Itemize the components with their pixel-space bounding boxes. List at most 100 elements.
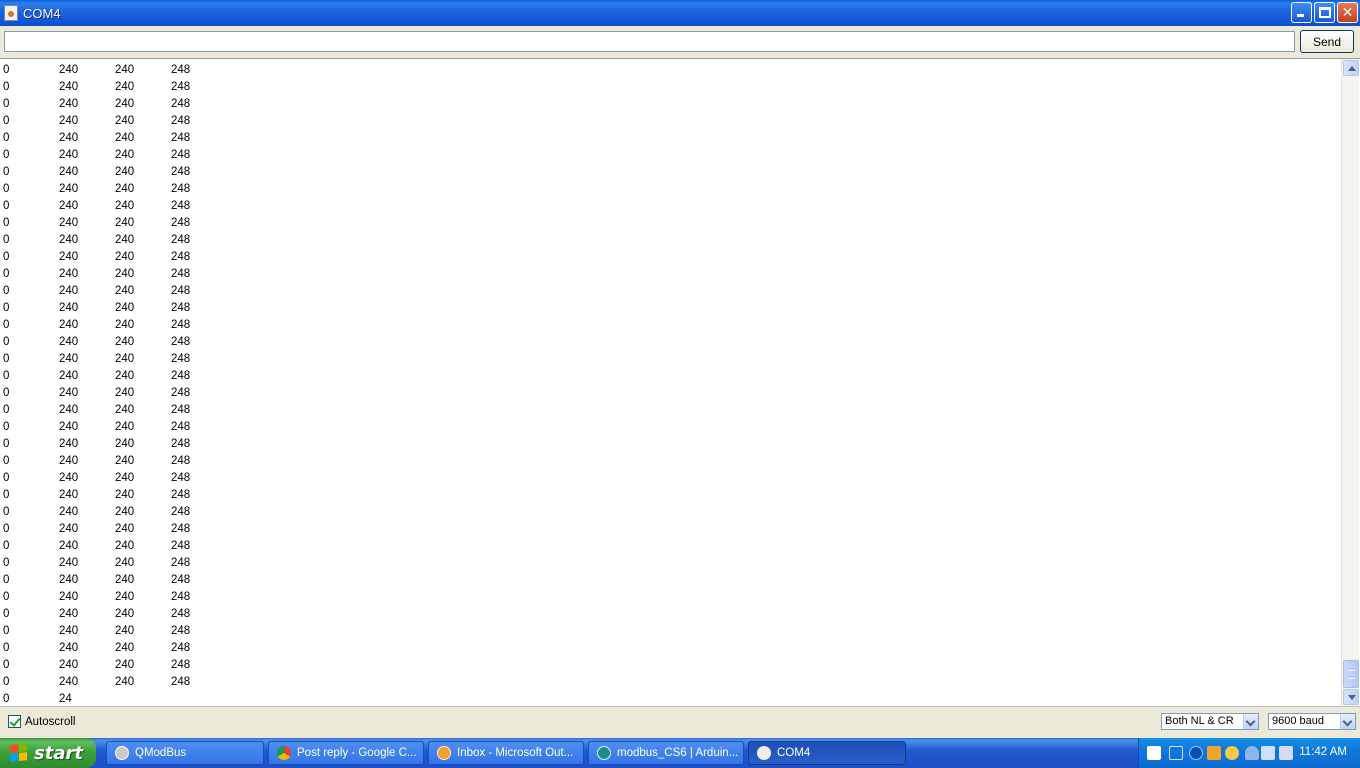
qmodbus-icon xyxy=(115,746,129,760)
maximize-button[interactable] xyxy=(1314,2,1335,23)
log-line: 0 240 240 248 xyxy=(0,300,1340,317)
network-icon[interactable] xyxy=(1169,746,1183,760)
serial-monitor-window: COM4 ✕ Send 0 240 240 248 0 240 240 248 0 240 240 2… xyxy=(0,0,1360,768)
maximize-icon xyxy=(1319,7,1331,18)
log-cell: 240 xyxy=(59,115,79,127)
log-line: 0 240 240 248 xyxy=(0,198,1340,215)
log-cell: 240 xyxy=(59,370,79,382)
minimize-button[interactable] xyxy=(1291,2,1312,23)
log-line: 0 240 240 248 xyxy=(0,521,1340,538)
log-line: 0 240 240 248 xyxy=(0,334,1340,351)
display-icon[interactable] xyxy=(1261,746,1275,760)
log-cell: 240 xyxy=(59,285,79,297)
chevron-down-icon[interactable] xyxy=(1243,714,1258,729)
clock[interactable]: 11:42 AM xyxy=(1299,746,1347,758)
log-cell: 240 xyxy=(115,166,135,178)
log-line: 0 240 240 248 xyxy=(0,181,1340,198)
scroll-down-button[interactable] xyxy=(1343,689,1359,705)
log-cell: 248 xyxy=(171,353,191,365)
log-cell: 240 xyxy=(59,625,79,637)
outlook-icon xyxy=(437,746,451,760)
log-cell: 248 xyxy=(171,166,191,178)
log-cell: 0 xyxy=(3,251,10,263)
log-cell: 240 xyxy=(115,523,135,535)
taskbar-item-outlook[interactable]: Inbox - Microsoft Out... xyxy=(428,741,584,765)
log-cell: 240 xyxy=(115,591,135,603)
log-cell: 240 xyxy=(59,472,79,484)
chevron-down-icon[interactable] xyxy=(1340,714,1355,729)
log-cell: 240 xyxy=(59,387,79,399)
log-cell: 0 xyxy=(3,693,10,705)
log-cell: 248 xyxy=(171,608,191,620)
log-cell: 240 xyxy=(115,132,135,144)
taskbar-item-arduino[interactable]: modbus_CS6 | Arduin... xyxy=(588,741,744,765)
serial-output-area[interactable]: 0 240 240 248 0 240 240 248 0 240 240 248 0 240 240 248… xyxy=(0,58,1360,707)
arrow-up-icon xyxy=(1348,66,1356,71)
arduino-icon xyxy=(597,746,611,760)
log-cell: 0 xyxy=(3,438,10,450)
log-cell: 248 xyxy=(171,234,191,246)
log-cell: 240 xyxy=(115,574,135,586)
volume-icon[interactable] xyxy=(1279,746,1293,760)
tray-app-icon[interactable] xyxy=(1207,746,1221,760)
log-cell: 240 xyxy=(115,659,135,671)
scroll-up-button[interactable] xyxy=(1343,60,1359,76)
log-cell: 240 xyxy=(59,217,79,229)
log-cell: 240 xyxy=(59,421,79,433)
log-cell: 248 xyxy=(171,438,191,450)
notification-bell-icon[interactable] xyxy=(1245,746,1259,760)
send-input[interactable] xyxy=(4,31,1295,52)
log-cell: 248 xyxy=(171,319,191,331)
log-cell: 0 xyxy=(3,200,10,212)
log-cell: 0 xyxy=(3,642,10,654)
log-cell: 240 xyxy=(115,438,135,450)
log-cell: 240 xyxy=(59,523,79,535)
scrollbar-thumb[interactable] xyxy=(1343,660,1359,688)
taskbar-item-chrome[interactable]: Post reply - Google C... xyxy=(268,741,424,765)
close-button[interactable]: ✕ xyxy=(1337,2,1358,23)
taskbar-item-com4[interactable]: COM4 xyxy=(748,741,906,765)
log-cell: 0 xyxy=(3,285,10,297)
log-cell: 240 xyxy=(59,455,79,467)
title-bar[interactable]: COM4 ✕ xyxy=(0,0,1360,26)
checkbox-checked-icon[interactable] xyxy=(8,715,21,728)
start-button[interactable]: start xyxy=(0,738,96,768)
log-line: 0 240 240 248 xyxy=(0,164,1340,181)
log-cell: 0 xyxy=(3,81,10,93)
help-icon[interactable] xyxy=(1147,746,1161,760)
log-cell: 240 xyxy=(59,353,79,365)
log-cell: 240 xyxy=(59,489,79,501)
log-line: 0 240 240 248 xyxy=(0,130,1340,147)
log-cell: 240 xyxy=(59,302,79,314)
log-cell: 0 xyxy=(3,676,10,688)
log-cell: 240 xyxy=(115,387,135,399)
send-button[interactable]: Send xyxy=(1300,30,1354,53)
line-ending-select[interactable]: Both NL & CR xyxy=(1161,713,1259,730)
log-cell: 240 xyxy=(115,217,135,229)
outlook-tray-icon[interactable] xyxy=(1225,746,1239,760)
log-cell: 0 xyxy=(3,149,10,161)
log-cell: 240 xyxy=(115,642,135,654)
chevron-left-icon[interactable] xyxy=(1189,746,1203,760)
log-cell: 248 xyxy=(171,489,191,501)
baud-rate-value: 9600 baud xyxy=(1272,715,1324,727)
log-cell: 240 xyxy=(115,234,135,246)
log-cell: 0 xyxy=(3,557,10,569)
log-line: 0 240 240 248 xyxy=(0,215,1340,232)
log-cell: 248 xyxy=(171,64,191,76)
java-icon xyxy=(4,5,18,21)
log-cell: 240 xyxy=(115,336,135,348)
log-cell: 240 xyxy=(115,64,135,76)
vertical-scrollbar[interactable] xyxy=(1341,59,1359,706)
log-cell: 248 xyxy=(171,217,191,229)
log-cell: 0 xyxy=(3,183,10,195)
log-line: 0 240 240 248 xyxy=(0,317,1340,334)
taskbar-item-qmodbus[interactable]: QModBus xyxy=(106,741,264,765)
log-cell: 240 xyxy=(115,149,135,161)
log-cell: 0 xyxy=(3,540,10,552)
autoscroll-checkbox[interactable]: Autoscroll xyxy=(8,715,76,728)
log-cell: 0 xyxy=(3,115,10,127)
baud-rate-select[interactable]: 9600 baud xyxy=(1268,713,1356,730)
serial-log: 0 240 240 248 0 240 240 248 0 240 240 248 0 240 240 248… xyxy=(0,62,1340,706)
log-cell: 248 xyxy=(171,285,191,297)
